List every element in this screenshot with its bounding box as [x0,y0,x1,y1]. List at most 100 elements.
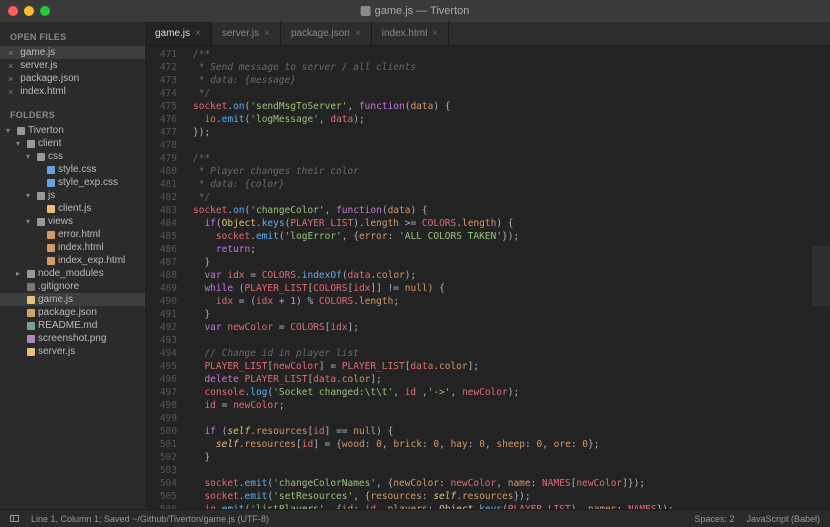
folder-icon [37,218,45,226]
status-indent[interactable]: Spaces: 2 [694,514,734,524]
tab-label: index.html [382,28,428,39]
js-icon [27,296,35,304]
tree-item-label: style.css [58,164,96,175]
folder-tree-file[interactable]: .gitignore [0,280,145,293]
disclosure-icon[interactable]: ▾ [16,139,24,148]
folder-icon [17,127,25,135]
folder-tree-folder[interactable]: ▾ css [0,150,145,163]
traffic-lights [8,6,50,16]
close-icon[interactable]: × [8,61,13,71]
css-icon [47,166,55,174]
css-icon [47,179,55,187]
disclosure-icon[interactable]: ▾ [6,126,14,135]
html-icon [47,257,55,265]
tree-item-label: js [48,190,55,201]
tree-item-label: .gitignore [38,281,79,292]
file-label: server.js [20,60,57,71]
tab-bar: game.js×server.js×package.json×index.htm… [145,22,830,46]
tree-item-label: node_modules [38,268,104,279]
close-icon[interactable]: × [8,74,13,84]
window-minimize-button[interactable] [24,6,34,16]
panel-toggle-icon[interactable] [10,515,19,522]
minimap-thumb[interactable] [812,246,830,306]
tree-item-label: README.md [38,320,97,331]
disclosure-icon[interactable]: ▾ [26,152,34,161]
tree-item-label: css [48,151,63,162]
open-file-item[interactable]: ×package.json [0,72,145,85]
folder-icon [37,192,45,200]
html-icon [47,244,55,252]
js-icon [27,348,35,356]
img-icon [27,335,35,343]
folder-tree-file[interactable]: error.html [0,228,145,241]
folder-tree-file[interactable]: server.js [0,345,145,358]
tree-item-label: index_exp.html [58,255,125,266]
editor-tab[interactable]: index.html × [372,22,449,45]
file-label: index.html [20,86,66,97]
status-bar: Line 1, Column 1; Saved ~/Github/Tiverto… [0,509,830,527]
editor-tab[interactable]: game.js × [145,22,212,45]
folder-tree-file[interactable]: client.js [0,202,145,215]
tree-item-label: views [48,216,73,227]
disclosure-icon[interactable]: ▾ [26,191,34,200]
tree-item-label: index.html [58,242,104,253]
tree-item-label: style_exp.css [58,177,118,188]
window-title-text: game.js — Tiverton [375,5,470,17]
tab-label: game.js [155,28,190,39]
tree-item-label: screenshot.png [38,333,106,344]
folder-tree-file[interactable]: index_exp.html [0,254,145,267]
tree-item-label: client [38,138,61,149]
minimap[interactable] [812,46,830,509]
folders-header: FOLDERS [0,106,145,124]
md-icon [27,322,35,330]
html-icon [47,231,55,239]
folder-tree-file[interactable]: style.css [0,163,145,176]
close-icon[interactable]: × [432,28,438,39]
folder-tree-file[interactable]: game.js [0,293,145,306]
code-content[interactable]: /** * Send message to server / all clien… [185,46,812,509]
disclosure-icon[interactable]: ▸ [16,269,24,278]
tab-label: server.js [222,28,259,39]
line-number-gutter: 471 472 473 474 475 476 477 478 479 480 … [145,46,185,509]
close-icon[interactable]: × [195,28,201,39]
git-icon [27,283,35,291]
tree-item-label: Tiverton [28,125,64,136]
json-icon [27,309,35,317]
editor-area: game.js×server.js×package.json×index.htm… [145,22,830,509]
close-icon[interactable]: × [355,28,361,39]
folder-tree-folder[interactable]: ▾ client [0,137,145,150]
tab-label: package.json [291,28,350,39]
open-file-item[interactable]: × index.html [0,85,145,98]
folder-tree-file[interactable]: README.md [0,319,145,332]
editor-tab[interactable]: package.json × [281,22,372,45]
open-file-item[interactable]: × game.js [0,46,145,59]
folder-tree-file[interactable]: style_exp.css [0,176,145,189]
status-cursor-info[interactable]: Line 1, Column 1; Saved ~/Github/Tiverto… [31,514,269,524]
js-icon [47,205,55,213]
status-language[interactable]: JavaScript (Babel) [746,514,820,524]
folder-tree-folder[interactable]: ▾ Tiverton [0,124,145,137]
editor-tab[interactable]: server.js × [212,22,281,45]
open-file-item[interactable]: × server.js [0,59,145,72]
folder-tree-folder[interactable]: ▾ js [0,189,145,202]
close-icon[interactable]: × [8,48,13,58]
tree-item-label: error.html [58,229,100,240]
close-icon[interactable]: × [264,28,270,39]
sidebar: OPEN FILES ×game.js×server.js×package.js… [0,22,145,509]
folder-icon [27,140,35,148]
folder-tree-file[interactable]: package.json [0,306,145,319]
disclosure-icon[interactable]: ▾ [26,217,34,226]
open-files-header: OPEN FILES [0,28,145,46]
file-label: game.js [20,47,55,58]
folder-tree-file[interactable]: index.html [0,241,145,254]
folder-tree-folder[interactable]: ▸ node_modules [0,267,145,280]
file-icon [361,6,371,16]
window-close-button[interactable] [8,6,18,16]
tree-item-label: server.js [38,346,75,357]
folder-icon [37,153,45,161]
close-icon[interactable]: × [8,87,13,97]
folder-tree-folder[interactable]: ▾ views [0,215,145,228]
folder-tree-file[interactable]: screenshot.png [0,332,145,345]
tree-item-label: client.js [58,203,91,214]
window-maximize-button[interactable] [40,6,50,16]
